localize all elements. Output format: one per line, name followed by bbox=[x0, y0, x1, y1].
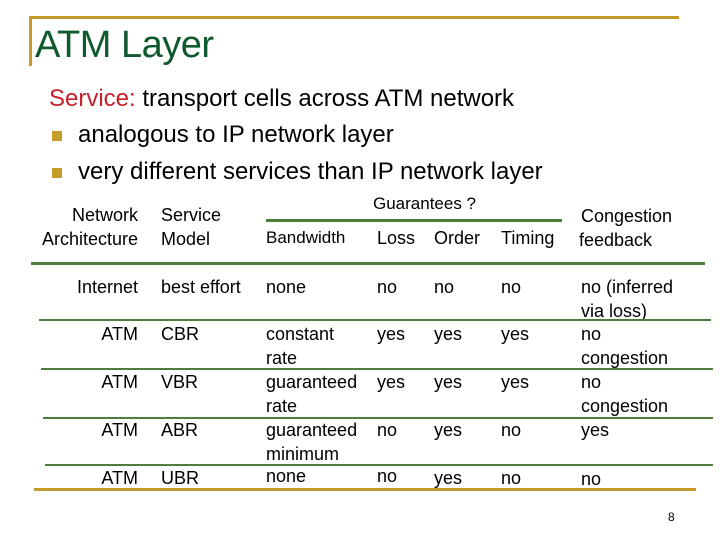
cell-line: congestion bbox=[581, 396, 669, 416]
guarantees-group-rule bbox=[266, 219, 562, 222]
header-network-architecture: Network Architecture bbox=[20, 203, 138, 251]
cell-service-model: UBR bbox=[161, 468, 200, 488]
cell-line: minimum bbox=[266, 444, 340, 464]
cell-order: no bbox=[434, 277, 455, 297]
cell-line: no bbox=[581, 372, 602, 392]
cell-loss: yes bbox=[377, 372, 406, 392]
row-rule bbox=[39, 319, 711, 321]
cell-loss: no bbox=[377, 420, 398, 440]
cell-timing: yes bbox=[501, 324, 530, 344]
cell-line: no (inferred bbox=[581, 277, 674, 297]
header-service-model: Service Model bbox=[161, 203, 221, 251]
service-statement: Service: transport cells across ATM netw… bbox=[49, 84, 514, 114]
title-frame-left-rule bbox=[29, 16, 32, 66]
header-loss: Loss bbox=[377, 228, 416, 248]
cell-service-model: ABR bbox=[161, 420, 199, 440]
bullet-text: very different services than IP network … bbox=[78, 158, 543, 185]
header-line: Service bbox=[161, 205, 222, 225]
header-line: Model bbox=[161, 229, 211, 249]
cell-congestion: no congestion bbox=[581, 322, 668, 370]
cell-architecture: ATM bbox=[101, 468, 138, 488]
cell-line: none bbox=[266, 466, 307, 486]
cell-line: no bbox=[581, 324, 602, 344]
header-congestion-feedback: Congestion feedback bbox=[579, 204, 672, 252]
cell-loss: no bbox=[377, 277, 398, 297]
cell-line: guaranteed bbox=[266, 372, 358, 392]
cell-bandwidth: guaranteed minimum bbox=[266, 418, 357, 466]
cell-timing: no bbox=[501, 420, 522, 440]
service-keyword: Service: bbox=[49, 85, 136, 112]
cell-service-model: VBR bbox=[161, 372, 199, 392]
cell-order: yes bbox=[434, 324, 463, 344]
cell-service-model: CBR bbox=[161, 324, 200, 344]
cell-architecture: ATM bbox=[101, 324, 138, 344]
cell-congestion: yes bbox=[581, 418, 609, 442]
square-bullet-icon bbox=[52, 168, 62, 178]
cell-architecture: ATM bbox=[101, 420, 138, 440]
cell-timing: yes bbox=[501, 372, 530, 392]
cell-order: yes bbox=[434, 420, 463, 440]
cell-line: rate bbox=[266, 348, 298, 368]
square-bullet-icon bbox=[52, 131, 62, 141]
cell-loss: yes bbox=[377, 324, 406, 344]
cell-bandwidth: none bbox=[266, 464, 306, 488]
header-line: Network bbox=[71, 205, 138, 225]
cell-bandwidth: guaranteed rate bbox=[266, 370, 357, 418]
cell-line: rate bbox=[266, 396, 298, 416]
cell-loss: no bbox=[377, 466, 398, 486]
cell-architecture: ATM bbox=[101, 372, 138, 392]
cell-architecture: Internet bbox=[76, 277, 138, 297]
header-line: Architecture bbox=[41, 229, 138, 249]
cell-line: yes bbox=[581, 420, 610, 440]
cell-line: guaranteed bbox=[266, 420, 358, 440]
header-line: Congestion bbox=[581, 206, 673, 226]
header-guarantees: Guarantees ? bbox=[373, 194, 477, 213]
cell-timing: no bbox=[501, 277, 522, 297]
service-description: transport cells across ATM network bbox=[135, 85, 515, 112]
cell-line: none bbox=[266, 277, 307, 297]
cell-bandwidth: constant rate bbox=[266, 322, 334, 370]
cell-line: congestion bbox=[581, 348, 669, 368]
slide-title: ATM Layer bbox=[35, 24, 214, 66]
page-number: 8 bbox=[668, 510, 675, 524]
header-timing: Timing bbox=[501, 228, 555, 248]
header-line: feedback bbox=[579, 230, 653, 250]
cell-congestion: no (inferred via loss) bbox=[581, 275, 673, 323]
cell-line: constant bbox=[266, 324, 335, 344]
cell-service-model: best effort bbox=[161, 277, 241, 297]
header-bandwidth: Bandwidth bbox=[266, 228, 346, 247]
cell-bandwidth: none bbox=[266, 275, 306, 299]
table-bottom-rule bbox=[34, 488, 696, 491]
header-rule bbox=[31, 262, 705, 265]
bullet-text: analogous to IP network layer bbox=[78, 121, 394, 148]
title-frame-top-rule bbox=[29, 16, 679, 19]
cell-order: yes bbox=[434, 372, 463, 392]
cell-timing: no bbox=[501, 468, 522, 488]
cell-congestion: no congestion bbox=[581, 370, 668, 418]
header-order: Order bbox=[434, 228, 481, 248]
cell-order: yes bbox=[434, 468, 463, 488]
